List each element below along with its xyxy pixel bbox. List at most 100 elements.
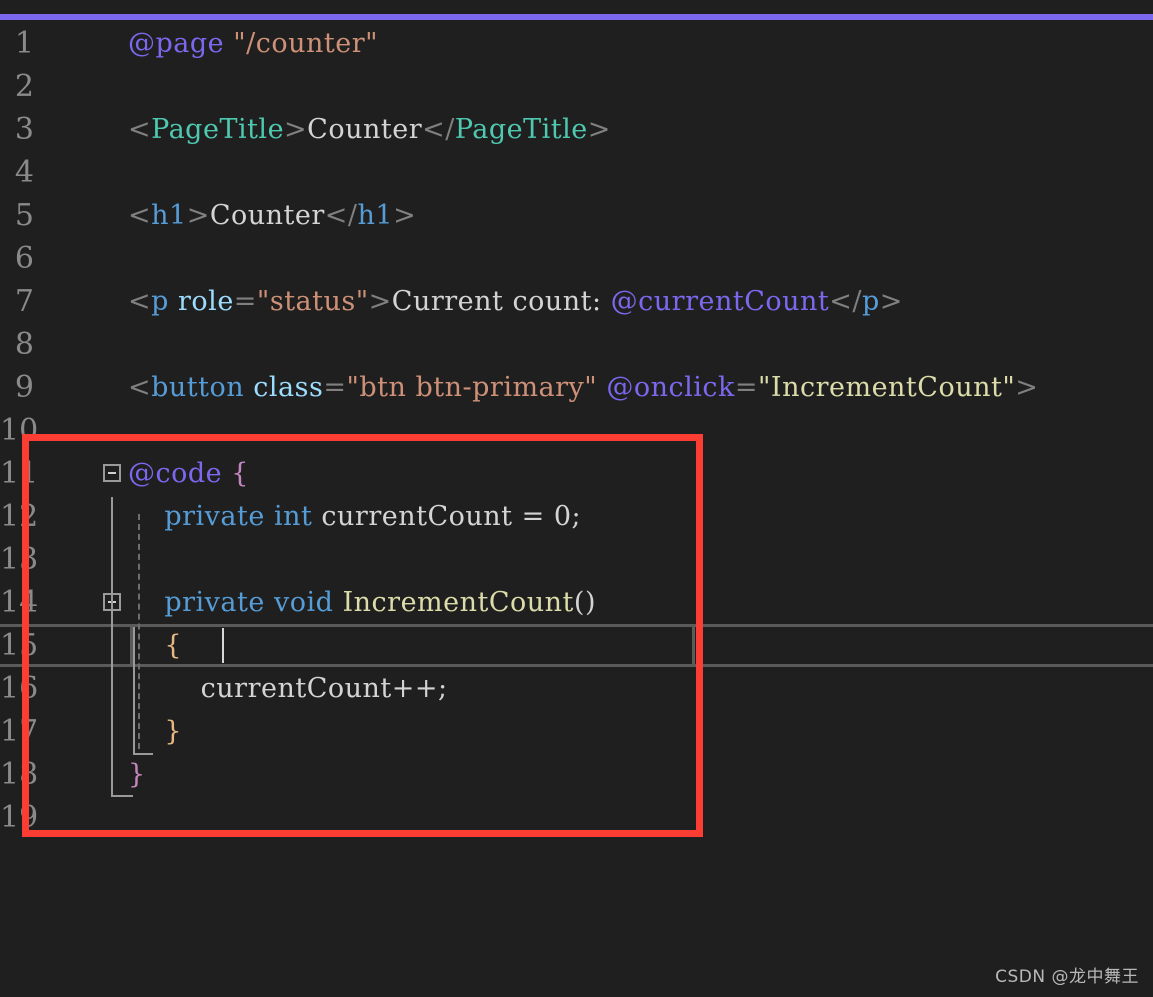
token-razor-directive: @page <box>128 28 225 59</box>
token-tag-name: h1 <box>151 200 187 231</box>
line-number: 6 <box>14 241 34 276</box>
token-string: "status" <box>256 286 369 317</box>
fold-guide-inner <box>133 627 135 755</box>
code-content: } <box>128 753 146 796</box>
token-identifier: currentCount <box>321 501 513 532</box>
code-line[interactable]: 7 <p role="status">Current count: @curre… <box>0 280 1153 323</box>
token-component-name: PageTitle <box>151 114 285 145</box>
editor-text-area[interactable]: 1 @page "/counter" 2 3 <PageTitle>Counte… <box>0 22 1153 997</box>
token-keyword: private <box>164 587 265 618</box>
line-number: 13 <box>0 542 39 577</box>
line-number: 19 <box>0 800 39 835</box>
token-razor-expression: @currentCount <box>610 286 830 317</box>
token-brace-close: } <box>128 716 183 747</box>
token-parens: () <box>573 587 596 618</box>
token-tag-name: p <box>861 286 880 317</box>
token-angle-open: < <box>128 200 152 231</box>
code-line[interactable]: 18 } <box>0 753 1153 796</box>
code-line[interactable]: 14 private void IncrementCount() <box>0 581 1153 624</box>
token-angle-open-slash: </ <box>422 114 455 145</box>
code-line[interactable]: 2 <box>0 65 1153 108</box>
line-number: 15 <box>0 628 39 663</box>
token-keyword: private <box>164 501 265 532</box>
line-number: 5 <box>14 198 34 233</box>
token-angle-open: < <box>128 372 152 403</box>
code-line[interactable]: 9 <button class="btn btn-primary" @oncli… <box>0 366 1153 409</box>
code-line[interactable]: 13 <box>0 538 1153 581</box>
code-line[interactable]: 5 <h1>Counter</h1> <box>0 194 1153 237</box>
code-line[interactable]: 16 currentCount++; <box>0 667 1153 710</box>
code-content: <p role="status">Current count: @current… <box>128 280 903 323</box>
line-number: 2 <box>14 69 34 104</box>
line-number: 16 <box>0 671 39 706</box>
token-text: Current count: <box>391 286 611 317</box>
editor-accent-bar <box>0 14 1153 20</box>
token-string: "btn btn-primary" <box>346 372 598 403</box>
code-line[interactable]: 12 private int currentCount = 0; <box>0 495 1153 538</box>
token-angle-close: > <box>284 114 308 145</box>
token-angle-close: > <box>368 286 392 317</box>
token-angle-close: > <box>879 286 903 317</box>
text-caret <box>222 628 224 663</box>
token-angle-close: > <box>587 114 611 145</box>
token-angle-open-slash: </ <box>324 200 358 231</box>
code-content: @page "/counter" <box>128 22 378 65</box>
code-line[interactable]: 3 <PageTitle>Counter</PageTitle> <box>0 108 1153 151</box>
token-tag-name: p <box>151 286 169 317</box>
code-line[interactable]: 6 <box>0 237 1153 280</box>
token-tag-name: h1 <box>357 200 394 231</box>
current-line-box <box>130 624 695 667</box>
code-content: currentCount++; <box>128 673 448 704</box>
line-number: 1 <box>14 26 34 61</box>
token-component-name: PageTitle <box>454 114 588 145</box>
token-string-handler: "IncrementCount" <box>757 372 1016 403</box>
fold-guide-outer-foot <box>111 795 133 797</box>
token-razor-code-block: @code <box>128 458 223 489</box>
code-line[interactable]: 19 <box>0 796 1153 839</box>
code-line[interactable]: 10 <box>0 409 1153 452</box>
code-content: <button class="btn btn-primary" @onclick… <box>128 366 1038 409</box>
line-number: 18 <box>0 757 39 792</box>
code-line[interactable]: 11 @code { <box>0 452 1153 495</box>
fold-guide-inner-foot <box>133 753 153 755</box>
code-line-current[interactable]: 15 { <box>0 624 1153 667</box>
line-number: 3 <box>14 112 34 147</box>
indent-guide <box>138 514 140 749</box>
line-number: 11 <box>0 456 39 491</box>
token-equals: = <box>233 286 257 317</box>
watermark-text: CSDN @龙中舞王 <box>995 967 1139 987</box>
token-semicolon: ; <box>571 501 582 532</box>
fold-guide-outer <box>111 497 113 797</box>
token-angle-open: < <box>128 114 152 145</box>
code-content: @code { <box>128 452 249 495</box>
token-angle-open: < <box>128 286 152 317</box>
line-number: 17 <box>0 714 39 749</box>
token-angle-close: > <box>393 200 417 231</box>
token-string: "/counter" <box>233 28 379 59</box>
code-line[interactable]: 4 <box>0 151 1153 194</box>
token-brace-close: } <box>128 759 146 790</box>
line-number: 12 <box>0 499 39 534</box>
code-content: private void IncrementCount() <box>128 581 596 624</box>
line-number: 4 <box>14 155 34 190</box>
token-keyword-type: void <box>273 587 334 618</box>
token-razor-attribute: @onclick <box>606 372 735 403</box>
code-line[interactable]: 17 } <box>0 710 1153 753</box>
code-line[interactable]: 8 <box>0 323 1153 366</box>
token-text: Counter <box>209 200 325 231</box>
fold-collapse-icon[interactable] <box>103 464 121 482</box>
line-number: 9 <box>14 370 34 405</box>
code-line[interactable]: 1 @page "/counter" <box>0 22 1153 65</box>
code-content: } <box>128 710 182 753</box>
line-number: 10 <box>0 413 39 448</box>
token-angle-close: > <box>1015 372 1039 403</box>
token-tag-name: button <box>151 372 245 403</box>
